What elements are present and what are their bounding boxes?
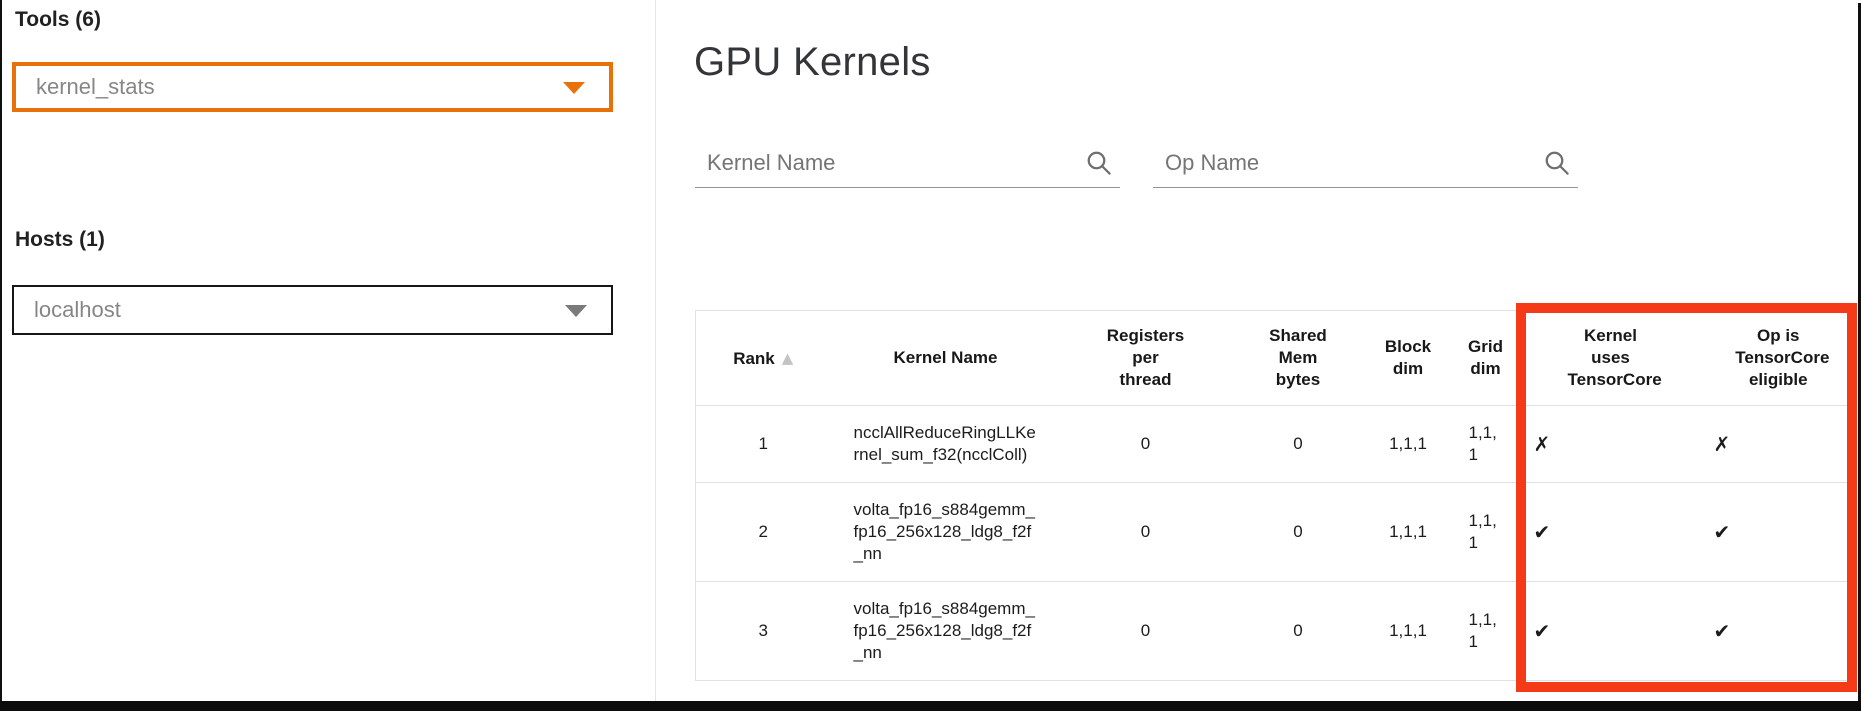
cell-rank: 2	[696, 483, 831, 582]
column-header-block_dim[interactable]: Block dim	[1366, 311, 1451, 406]
column-label: Rank	[733, 348, 775, 370]
kernel-name-input[interactable]	[695, 138, 1076, 187]
tool-select[interactable]: kernel_stats	[12, 62, 613, 112]
cell-grid_dim: 1,1,1	[1451, 406, 1521, 483]
sort-ascending-icon: ▲	[782, 349, 794, 367]
column-header-kernel_name[interactable]: Kernel Name	[831, 311, 1061, 406]
column-label: Op is TensorCore eligible	[1735, 325, 1821, 391]
table-row: 3volta_fp16_s884gemm_fp16_256x128_ldg8_f…	[696, 582, 1857, 681]
column-label: Kernel uses TensorCore	[1568, 325, 1654, 391]
table-row: 1ncclAllReduceRingLLKernel_sum_f32(ncclC…	[696, 406, 1857, 483]
column-header-registers_per_thread[interactable]: Registers per thread	[1061, 311, 1231, 406]
cell-block_dim: 1,1,1	[1366, 483, 1451, 582]
column-header-kernel_uses_tensorcore[interactable]: Kernel uses TensorCore	[1521, 311, 1701, 406]
tools-label: Tools (6)	[15, 8, 101, 32]
hosts-label: Hosts (1)	[15, 228, 105, 252]
cell-op_is_tensorcore_eligible: ✔	[1701, 582, 1857, 681]
cell-registers_per_thread: 0	[1061, 406, 1231, 483]
column-header-grid_dim[interactable]: Grid dim	[1451, 311, 1521, 406]
table-header-row: Rank ▲ Kernel Name Registers per thread Shar…	[696, 311, 1857, 406]
cell-kernel_uses_tensorcore: ✔	[1521, 582, 1701, 681]
profiler-page: Tools (6) kernel_stats Hosts (1) localho…	[0, 0, 1861, 711]
cell-block_dim: 1,1,1	[1366, 582, 1451, 681]
cell-kernel_name: ncclAllReduceRingLLKernel_sum_f32(ncclCo…	[831, 406, 1061, 483]
cell-shared_mem_bytes: 0	[1231, 406, 1366, 483]
column-label: Shared Mem bytes	[1266, 325, 1330, 391]
column-header-rank[interactable]: Rank ▲	[696, 311, 831, 406]
cell-grid_dim: 1,1,1	[1451, 483, 1521, 582]
column-header-shared_mem_bytes[interactable]: Shared Mem bytes	[1231, 311, 1366, 406]
cell-shared_mem_bytes: 0	[1231, 582, 1366, 681]
cell-kernel_uses_tensorcore: ✔	[1521, 483, 1701, 582]
gpu-kernels-table: Rank ▲ Kernel Name Registers per thread Shar…	[695, 310, 1857, 681]
column-label: Grid dim	[1453, 336, 1519, 380]
column-label: Kernel Name	[894, 347, 998, 369]
op-name-input[interactable]	[1153, 138, 1534, 187]
table-row: 2volta_fp16_s884gemm_fp16_256x128_ldg8_f…	[696, 483, 1857, 582]
host-select-value: localhost	[34, 297, 121, 323]
chevron-down-icon	[563, 82, 585, 94]
cell-shared_mem_bytes: 0	[1231, 483, 1366, 582]
cell-op_is_tensorcore_eligible: ✔	[1701, 483, 1857, 582]
column-label: Block dim	[1368, 336, 1449, 380]
cell-op_is_tensorcore_eligible: ✗	[1701, 406, 1857, 483]
tool-select-value: kernel_stats	[36, 74, 155, 100]
cell-rank: 1	[696, 406, 831, 483]
column-label: Registers per thread	[1106, 325, 1186, 391]
page-border-bottom	[0, 701, 1861, 711]
column-header-op_is_tensorcore_eligible[interactable]: Op is TensorCore eligible	[1701, 311, 1857, 406]
search-icon	[1542, 148, 1572, 178]
cell-block_dim: 1,1,1	[1366, 406, 1451, 483]
page-title: GPU Kernels	[694, 40, 931, 85]
op-name-filter	[1153, 138, 1578, 188]
page-border-left	[0, 0, 2, 711]
search-icon	[1084, 148, 1114, 178]
cell-kernel_name: volta_fp16_s884gemm_fp16_256x128_ldg8_f2…	[831, 582, 1061, 681]
cell-rank: 3	[696, 582, 831, 681]
host-select[interactable]: localhost	[12, 285, 613, 335]
cell-kernel_uses_tensorcore: ✗	[1521, 406, 1701, 483]
cell-grid_dim: 1,1,1	[1451, 582, 1521, 681]
cell-kernel_name: volta_fp16_s884gemm_fp16_256x128_ldg8_f2…	[831, 483, 1061, 582]
cell-registers_per_thread: 0	[1061, 483, 1231, 582]
sidebar-divider	[655, 0, 656, 701]
kernel-name-filter	[695, 138, 1120, 188]
cell-registers_per_thread: 0	[1061, 582, 1231, 681]
chevron-down-icon	[565, 305, 587, 317]
